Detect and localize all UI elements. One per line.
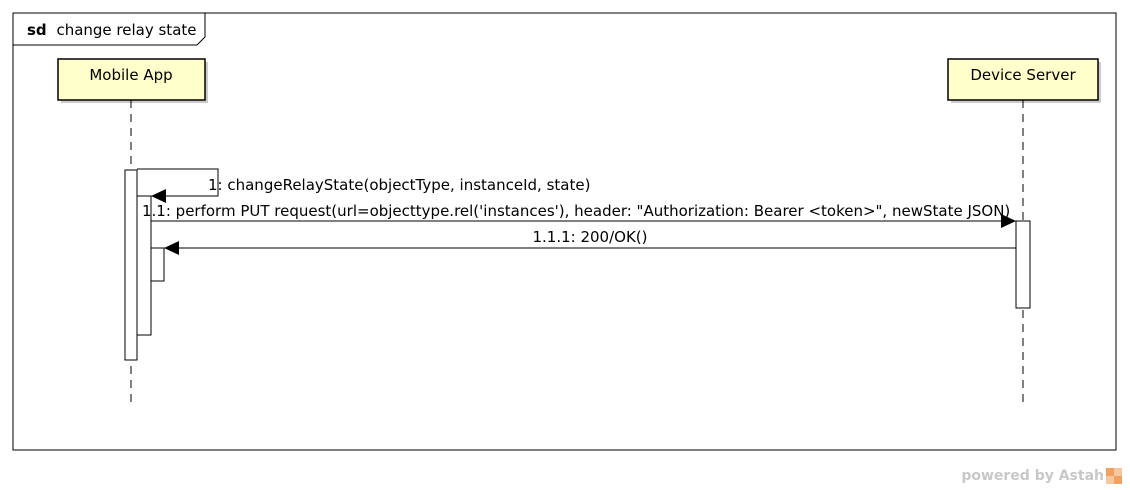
sequence-diagram: sd change relay state Mobile App Device … xyxy=(12,12,1117,451)
message-label-ok: 1.1.1: 200/OK() xyxy=(532,228,647,246)
activation-server-1 xyxy=(1015,220,1031,309)
lifeline-label-server: Device Server xyxy=(970,66,1076,84)
astah-logo-icon xyxy=(1106,468,1122,484)
activation-app-1 xyxy=(124,169,138,361)
activation-app-3 xyxy=(150,247,165,282)
message-label-self: 1: changeRelayState(objectType, instance… xyxy=(208,176,590,194)
frame-name: change relay state xyxy=(56,21,196,39)
frame-keyword: sd xyxy=(27,21,47,39)
lifeline-label-app: Mobile App xyxy=(89,66,172,84)
message-label-put: 1.1: perform PUT request(url=objecttype.… xyxy=(142,202,1010,220)
astah-footer: powered by Astah xyxy=(961,466,1122,486)
footer-text: powered by Astah xyxy=(961,468,1104,484)
